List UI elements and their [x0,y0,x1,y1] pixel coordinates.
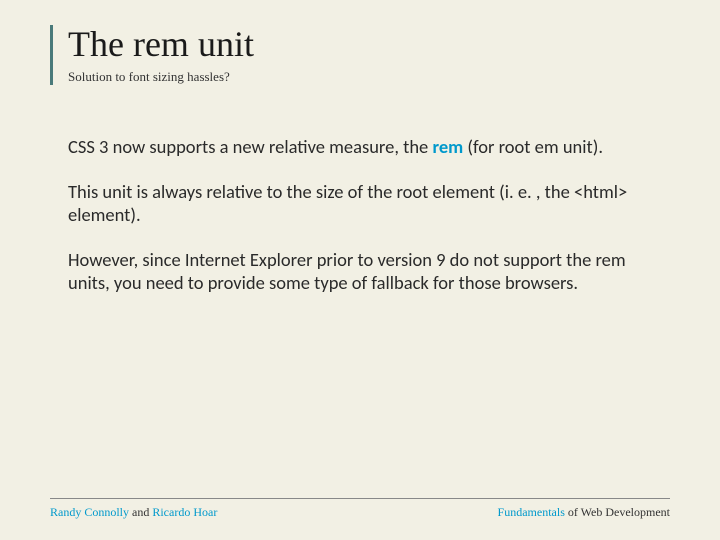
slide-footer: Randy Connolly and Ricardo Hoar Fundamen… [50,498,670,520]
paragraph-2: This unit is always relative to the size… [68,180,628,226]
book-rest: of Web Development [565,505,670,519]
slide-title: The rem unit [68,25,670,65]
footer-row: Randy Connolly and Ricardo Hoar Fundamen… [50,505,670,520]
slide-content: CSS 3 now supports a new relative measur… [50,135,670,295]
p1-text-b: (for root em unit). [463,135,603,158]
title-block: The rem unit Solution to font sizing has… [50,25,670,85]
p1-highlight: rem [432,135,463,158]
footer-divider [50,498,670,499]
paragraph-1: CSS 3 now supports a new relative measur… [68,135,628,158]
author-2: Ricardo Hoar [152,505,217,519]
author-1: Randy Connolly [50,505,129,519]
paragraph-3: However, since Internet Explorer prior t… [68,248,628,294]
slide-subtitle: Solution to font sizing hassles? [68,69,670,85]
author-and: and [129,505,152,519]
footer-authors: Randy Connolly and Ricardo Hoar [50,505,217,520]
footer-book: Fundamentals of Web Development [498,505,670,520]
p1-text-a: CSS 3 now supports a new relative measur… [68,135,432,158]
book-link: Fundamentals [498,505,565,519]
